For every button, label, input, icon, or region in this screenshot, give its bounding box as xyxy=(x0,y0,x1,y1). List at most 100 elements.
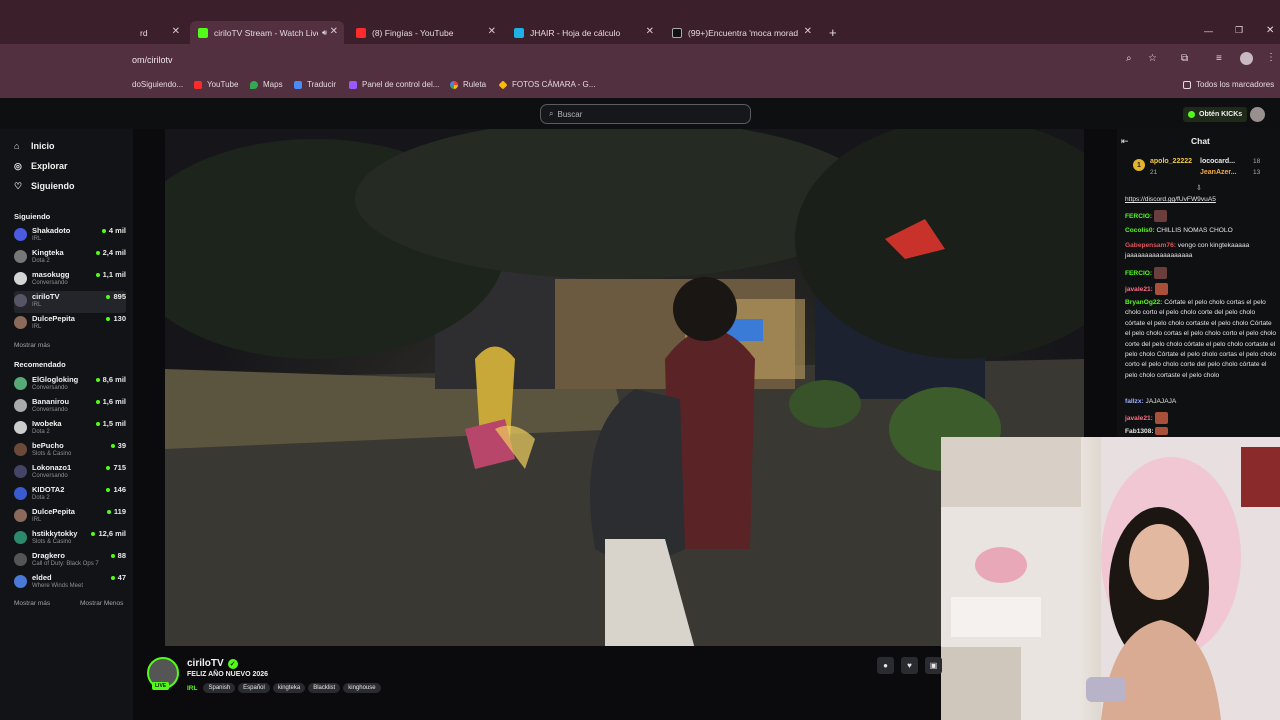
bookmark-panel[interactable]: Panel de control del... xyxy=(349,80,439,89)
webcam-frame xyxy=(941,437,1280,720)
gift-button[interactable]: ▣ xyxy=(925,657,942,674)
chat-username[interactable]: FERCIO: xyxy=(1125,213,1152,220)
chat-username[interactable]: BryanOg22: xyxy=(1125,299,1162,306)
notification-bell-button[interactable]: ● xyxy=(877,657,894,674)
follow-button[interactable]: ♥ xyxy=(901,657,918,674)
chat-username[interactable]: javale21: xyxy=(1125,415,1153,422)
tab-cirilotv[interactable]: ciriloTV Stream - Watch Live 🔊︎ ✕ xyxy=(190,21,344,44)
tag[interactable]: kinghouse xyxy=(343,683,381,693)
channel-elded[interactable]: elded Where Winds Meet 47 xyxy=(14,572,126,594)
zoom-search-icon[interactable]: ⌕ xyxy=(1126,53,1132,64)
chat-text[interactable]: https://discord.gg/fUvFW9vuA5 xyxy=(1125,196,1216,203)
chat-username[interactable]: javale21: xyxy=(1125,286,1153,293)
tag[interactable]: Español xyxy=(238,683,270,693)
user-avatar[interactable] xyxy=(1250,107,1265,122)
nav-inicio[interactable]: ⌂ Inicio xyxy=(14,141,55,151)
bookmark-maps[interactable]: Maps xyxy=(250,80,283,89)
collapse-chat-icon[interactable]: ⇤ xyxy=(1121,136,1129,147)
leader-count: 21 xyxy=(1150,169,1158,176)
bookmark-label: FOTOS CÁMARA - G... xyxy=(512,80,596,89)
tab-dashboard[interactable]: rd ✕ xyxy=(132,21,186,44)
profile-avatar[interactable] xyxy=(1240,52,1253,65)
channel-name: elded xyxy=(32,573,52,582)
nav-explorar[interactable]: ◎ Explorar xyxy=(14,161,68,171)
channel-hstikkytokky[interactable]: hstikkytokky Slots & Casino 12,6 mil xyxy=(14,528,126,550)
minimize-icon[interactable]: — xyxy=(1204,26,1213,36)
channel-masokugg[interactable]: masokugg Conversando 1,1 mil xyxy=(14,269,126,291)
heart-icon: ♡ xyxy=(14,180,23,191)
tab-tiktok[interactable]: (99+)Encuentra 'moca moradit ✕ xyxy=(664,21,818,44)
search-icon: ⌕ xyxy=(549,109,554,118)
chat-username[interactable]: fallzx: xyxy=(1125,398,1144,405)
channel-dragkero[interactable]: Dragkero Call of Duty: Black Ops 7 88 xyxy=(14,550,126,572)
avatar xyxy=(14,531,27,544)
show-more-recommended[interactable]: Mostrar más xyxy=(14,600,50,607)
channel-kidota2[interactable]: KIDOTA2 Dota 2 146 xyxy=(14,484,126,506)
expand-leaderboard-icon[interactable]: ⇩ xyxy=(1196,184,1202,192)
media-controls-icon[interactable]: ≡ xyxy=(1216,53,1222,64)
viewer-count: 12,6 mil xyxy=(91,529,126,538)
close-icon[interactable]: ✕ xyxy=(488,26,496,37)
get-kicks-button[interactable]: Obtén KICKs xyxy=(1183,107,1248,122)
chat-username[interactable]: Gabepensam76: xyxy=(1125,242,1176,249)
search-input[interactable]: ⌕ Buscar xyxy=(540,104,751,124)
bookmark-label: Todos los marcadores xyxy=(1196,80,1275,89)
speaker-icon[interactable]: 🔊︎ xyxy=(322,28,327,38)
bookmark-star-icon[interactable]: ☆ xyxy=(1148,53,1157,64)
channel-bepucho[interactable]: bePucho Slots & Casino 39 xyxy=(14,440,126,462)
viewer-count: 1,5 mil xyxy=(96,419,126,428)
channel-lokonazo1[interactable]: Lokonazo1 Conversando 715 xyxy=(14,462,126,484)
tiktok-favicon-icon xyxy=(672,27,682,38)
window-close-icon[interactable]: ✕ xyxy=(1266,25,1274,36)
chat-message: FERCIO: xyxy=(1125,210,1277,222)
chat-username[interactable]: FERCIO: xyxy=(1125,270,1152,277)
close-icon[interactable]: ✕ xyxy=(330,26,338,37)
close-icon[interactable]: ✕ xyxy=(646,26,654,37)
streamer-name[interactable]: ciriloTV xyxy=(187,658,224,669)
close-icon[interactable]: ✕ xyxy=(172,26,180,37)
tag[interactable]: Spanish xyxy=(203,683,236,693)
bookmark-label: YouTube xyxy=(207,80,239,89)
tab-spreadsheet[interactable]: JHAIR - Hoja de cálculo ✕ xyxy=(506,21,660,44)
tag[interactable]: kingteka xyxy=(272,683,306,693)
channel-elglogloking[interactable]: ElGlogloking Conversando 8,6 mil xyxy=(14,374,126,396)
folder-icon xyxy=(1183,80,1191,89)
menu-kebab-icon[interactable]: ⋮ xyxy=(1266,52,1276,63)
kicks-label: Obtén KICKs xyxy=(1199,111,1243,118)
channel-bananirou[interactable]: Bananirou Conversando 1,6 mil xyxy=(14,396,126,418)
bookmark-traducir[interactable]: Traducir xyxy=(294,80,336,89)
tag[interactable]: Blacklist xyxy=(308,683,341,693)
bookmark-fotos[interactable]: FOTOS CÁMARA - G... xyxy=(498,79,596,90)
tab-label: rd xyxy=(140,27,148,38)
avatar xyxy=(14,487,27,500)
extensions-icon[interactable]: ⧉ xyxy=(1181,53,1188,64)
tab-youtube[interactable]: (8) Fingías - YouTube ✕ xyxy=(348,21,502,44)
channel-cirilotv[interactable]: ciriloTV IRL 895 xyxy=(14,291,126,313)
avatar xyxy=(14,272,27,285)
bookmark-all[interactable]: Todos los marcadores xyxy=(1183,80,1274,89)
channel-iwobeka[interactable]: Iwobeka Dota 2 1,5 mil xyxy=(14,418,126,440)
chat-username[interactable]: Fab1308: xyxy=(1125,428,1154,435)
channel-dulcepepita[interactable]: DulcePepita IRL 130 xyxy=(14,313,126,335)
chat-text: CHILLIS NOMAS CHOLO xyxy=(1154,227,1233,234)
address-bar[interactable]: om/cirilotv xyxy=(132,55,173,65)
new-tab-icon[interactable]: + xyxy=(829,25,837,40)
viewer-count: 88 xyxy=(111,551,126,560)
close-icon[interactable]: ✕ xyxy=(804,26,812,37)
viewer-count: 130 xyxy=(106,314,126,323)
channel-dulcepepita-rec[interactable]: DulcePepita IRL 119 xyxy=(14,506,126,528)
heart-icon: ♥ xyxy=(907,661,912,670)
bookmark-ruleta[interactable]: Ruleta xyxy=(450,80,486,89)
youtube-favicon-icon xyxy=(356,27,366,38)
restore-icon[interactable]: ❐ xyxy=(1235,25,1243,36)
show-more-following[interactable]: Mostrar más xyxy=(14,342,50,349)
tab-label: ciriloTV Stream - Watch Live xyxy=(214,27,318,38)
channel-kingteka[interactable]: Kingteka Dota 2 2,4 mil xyxy=(14,247,126,269)
bookmark-youtube[interactable]: YouTube xyxy=(194,80,238,89)
show-less-recommended[interactable]: Mostrar Menos xyxy=(80,600,123,607)
bookmark-siguiendo[interactable]: doSiguiendo... xyxy=(132,80,183,89)
chat-username[interactable]: Cocolis0: xyxy=(1125,227,1155,234)
nav-siguiendo[interactable]: ♡ Siguiendo xyxy=(14,181,75,191)
category-link[interactable]: IRL xyxy=(187,685,197,692)
channel-shakadoto[interactable]: Shakadoto IRL 4 mil xyxy=(14,225,126,247)
